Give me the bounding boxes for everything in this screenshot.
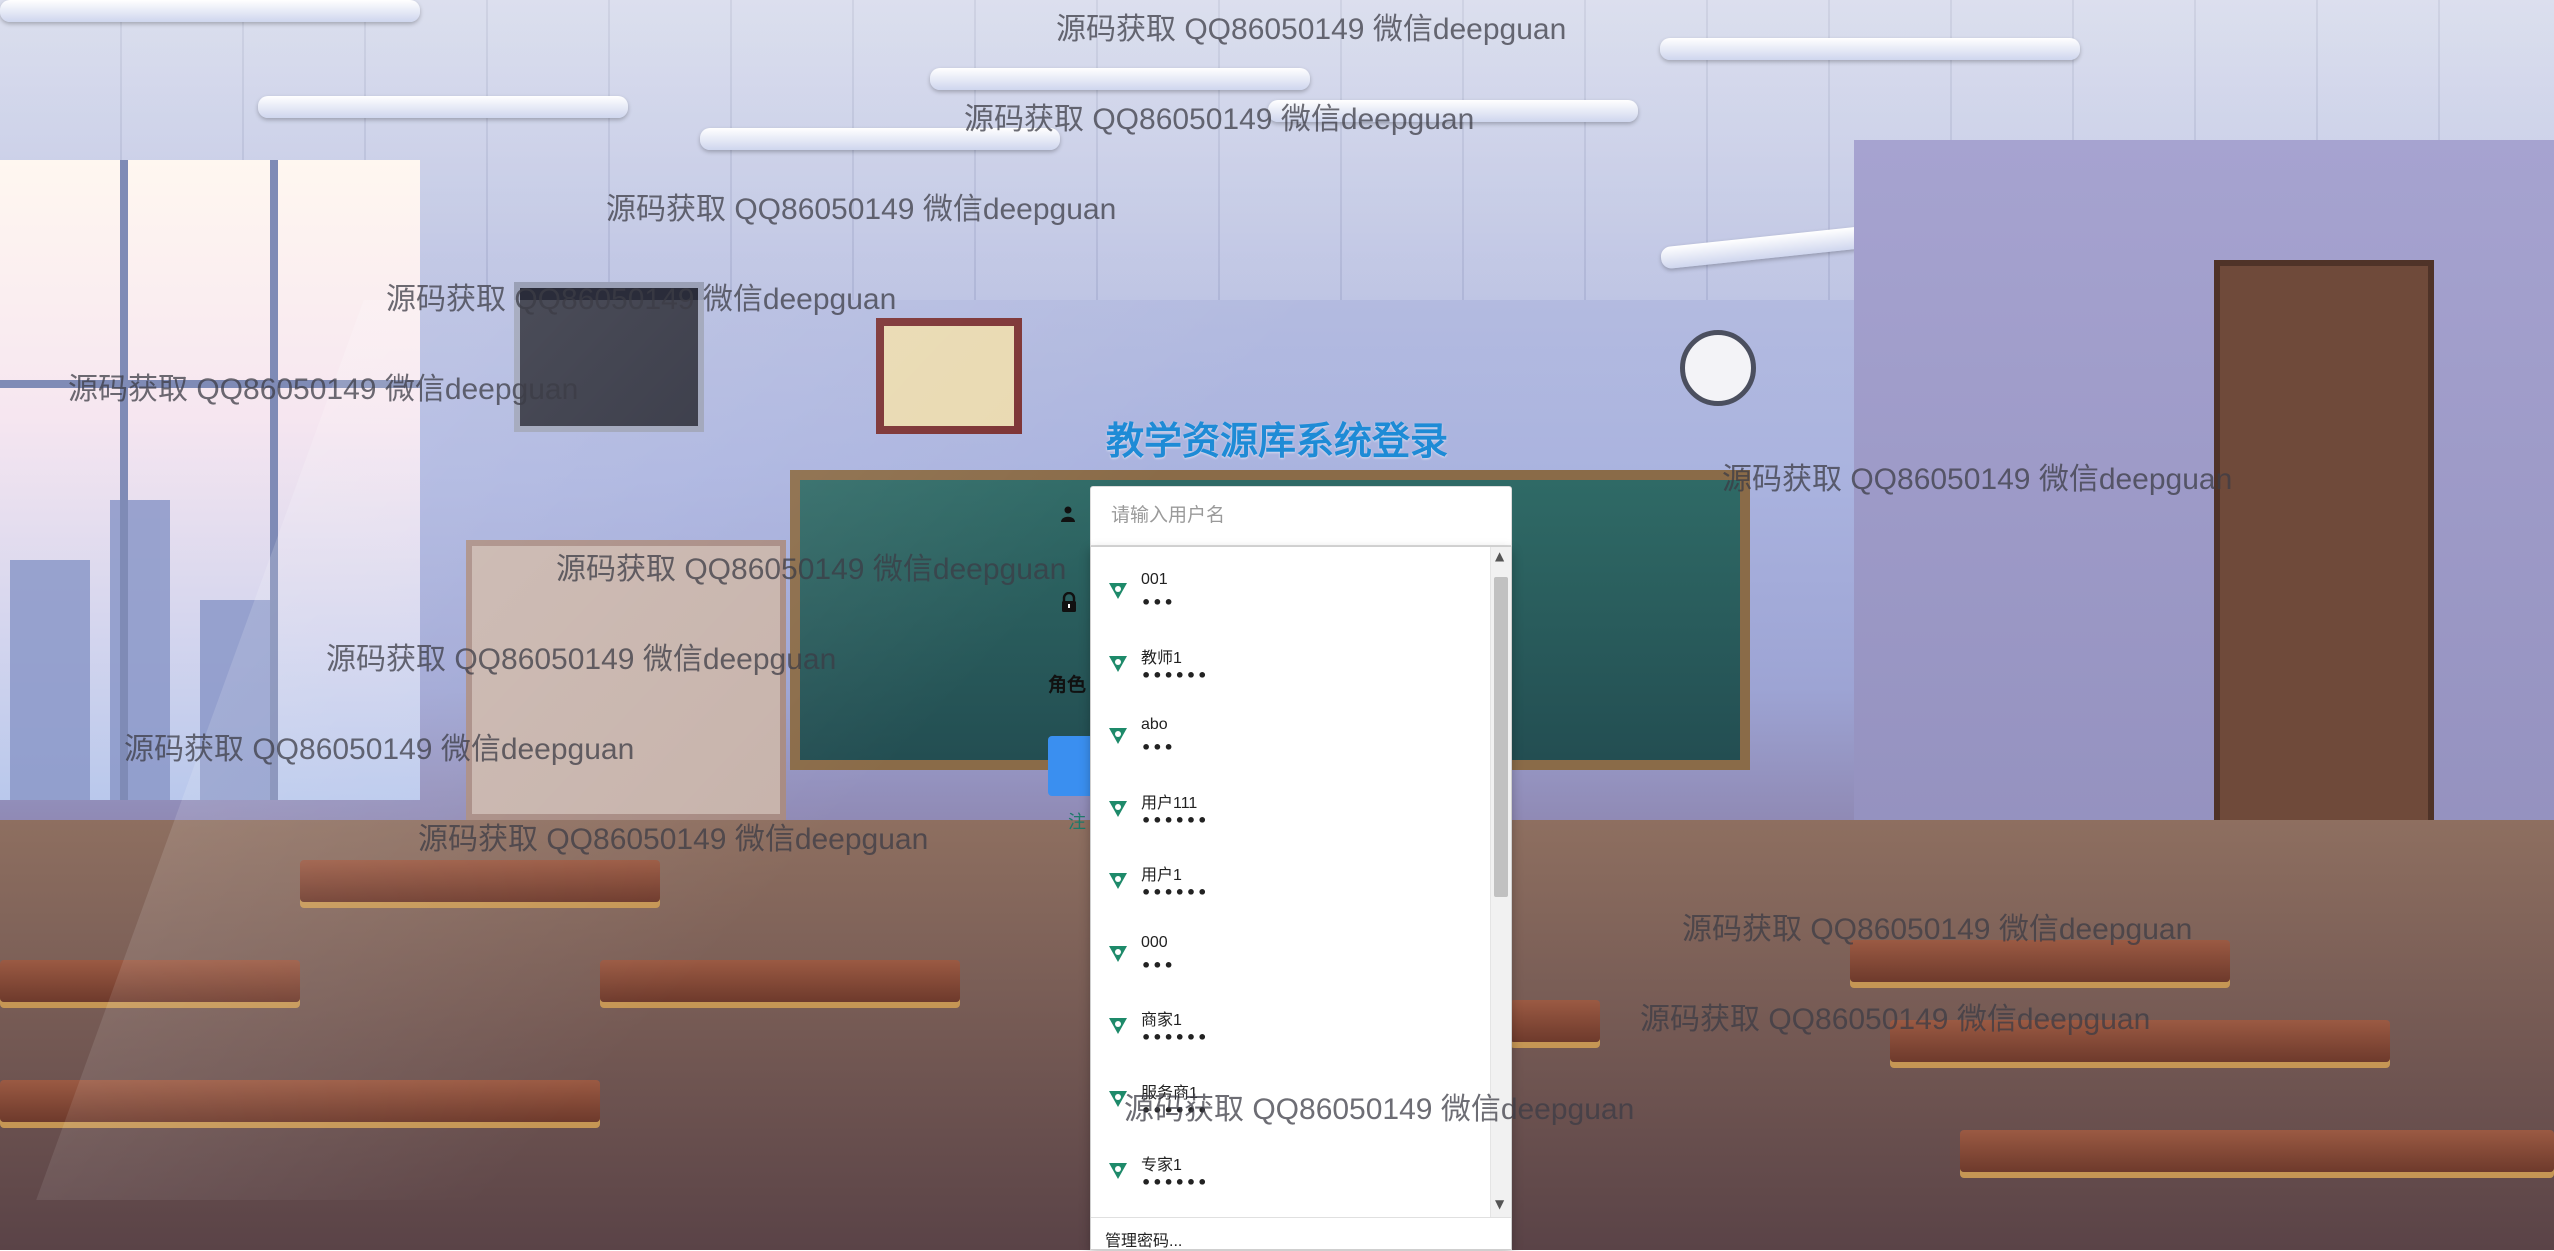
autofill-entry[interactable]: 商家1 ••••••	[1091, 990, 1491, 1063]
autofill-entry[interactable]: 000 •••	[1091, 918, 1491, 991]
autofill-password-mask: •••	[1141, 738, 1175, 757]
autofill-username: abo	[1141, 716, 1168, 733]
key-icon	[1109, 655, 1127, 672]
window-frame	[120, 160, 128, 800]
autofill-entry[interactable]: 专家1 ••••••	[1091, 1135, 1491, 1208]
login-title: 教学资源库系统登录	[1106, 421, 1449, 463]
scrollbar-thumb[interactable]	[1494, 577, 1508, 897]
lock-icon	[1061, 591, 1077, 617]
register-link[interactable]: 注	[1068, 808, 1086, 834]
autofill-password-mask: •••	[1141, 955, 1175, 975]
login-button[interactable]	[1048, 736, 1090, 796]
ceiling-lamp	[258, 96, 628, 118]
desk	[1960, 1130, 2554, 1172]
autofill-password-mask: •••	[1141, 593, 1175, 612]
autofill-entry[interactable]: 教师1 ••••••	[1091, 628, 1491, 701]
watermark: 源码获取 QQ86050149 微信deepguan	[556, 553, 1067, 586]
desk	[1510, 1000, 1600, 1042]
watermark: 源码获取 QQ86050149 微信deepguan	[124, 733, 635, 766]
autofill-entry[interactable]: abo •••	[1091, 700, 1491, 773]
key-icon	[1109, 873, 1127, 889]
autofill-password-mask: ••••••	[1141, 1028, 1209, 1047]
autofill-username: 专家1	[1141, 1157, 1182, 1174]
dropdown-divider	[1091, 1217, 1511, 1218]
autofill-password-mask: ••••••	[1141, 665, 1209, 685]
manage-passwords-item[interactable]: 管理密码...	[1105, 1227, 1182, 1251]
autofill-dropdown: 001 ••• 教师1 •••••• abo ••• 用户111 •••••• …	[1090, 546, 1512, 1250]
ceiling-lamp	[930, 68, 1310, 90]
watermark: 源码获取 QQ86050149 微信deepguan	[68, 373, 579, 406]
autofill-username: 用户111	[1141, 794, 1198, 812]
key-icon	[1109, 728, 1127, 744]
autofill-username: 教师1	[1141, 649, 1182, 667]
watermark: 源码获取 QQ86050149 微信deepguan	[606, 193, 1117, 226]
watermark: 源码获取 QQ86050149 微信deepguan	[1682, 913, 2193, 946]
key-icon	[1109, 1163, 1127, 1179]
wall-clock	[1680, 330, 1756, 406]
watermark: 源码获取 QQ86050149 微信deepguan	[1124, 1093, 1635, 1126]
autofill-username: 000	[1141, 933, 1168, 951]
watermark: 源码获取 QQ86050149 微信deepguan	[1640, 1003, 2151, 1036]
key-icon	[1109, 1018, 1127, 1034]
autofill-password-mask: ••••••	[1141, 810, 1209, 830]
autofill-entry[interactable]: 001 •••	[1091, 555, 1491, 628]
watermark: 源码获取 QQ86050149 微信deepguan	[418, 823, 929, 856]
watermark: 源码获取 QQ86050149 微信deepguan	[326, 643, 837, 676]
scroll-down-icon[interactable]: ▼	[1495, 1197, 1504, 1211]
role-label: 角色	[1048, 675, 1087, 696]
key-icon	[1109, 945, 1127, 962]
building	[10, 560, 90, 800]
ceiling-lamp	[1660, 38, 2080, 60]
autofill-entry[interactable]: 用户111 ••••••	[1091, 773, 1491, 846]
autofill-password-mask: ••••••	[1141, 883, 1209, 902]
autofill-entry[interactable]: 用户1 ••••••	[1091, 845, 1491, 918]
watermark: 源码获取 QQ86050149 微信deepguan	[1722, 463, 2233, 496]
watermark: 源码获取 QQ86050149 微信deepguan	[386, 283, 897, 316]
autofill-username: 001	[1141, 571, 1168, 588]
key-icon	[1109, 800, 1127, 817]
watermark: 源码获取 QQ86050149 微信deepguan	[1056, 13, 1567, 46]
username-input[interactable]	[1090, 486, 1512, 546]
watermark: 源码获取 QQ86050149 微信deepguan	[964, 103, 1475, 136]
ceiling-lamp	[0, 0, 420, 22]
scroll-up-icon[interactable]: ▲	[1495, 549, 1504, 563]
autofill-password-mask: ••••••	[1141, 1173, 1209, 1192]
key-icon	[1109, 583, 1127, 599]
autofill-username: 用户1	[1141, 867, 1182, 884]
autofill-username: 商家1	[1141, 1012, 1182, 1029]
user-icon	[1061, 506, 1075, 527]
